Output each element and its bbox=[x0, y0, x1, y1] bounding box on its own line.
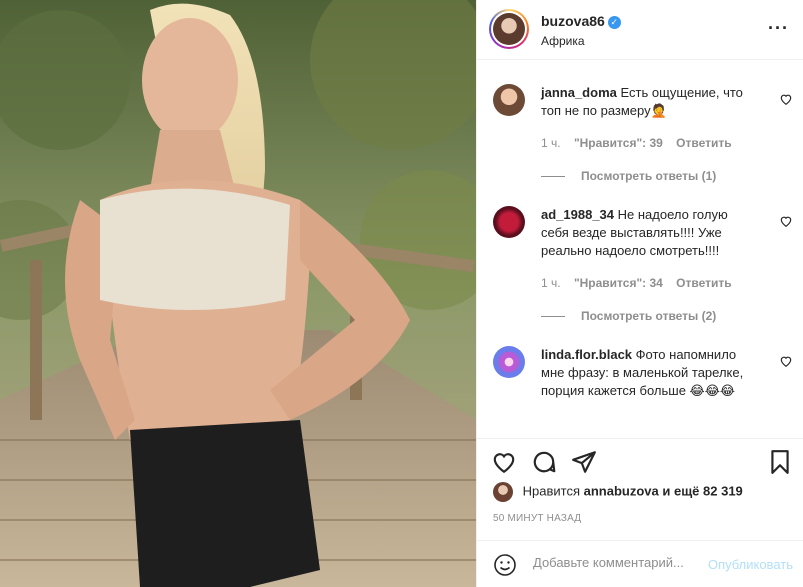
liker-username[interactable]: annabuzova bbox=[584, 483, 659, 498]
liker-avatar[interactable] bbox=[493, 482, 513, 502]
comment-bubble-icon[interactable] bbox=[531, 449, 557, 475]
reply-button[interactable]: Ответить bbox=[676, 276, 731, 290]
comment-avatar[interactable] bbox=[493, 346, 525, 378]
likes-count[interactable]: и ещё 82 319 bbox=[662, 483, 742, 498]
reply-button[interactable]: Ответить bbox=[676, 136, 731, 150]
add-comment-bar: Опубликовать bbox=[477, 540, 803, 587]
view-replies-button[interactable]: Посмотреть ответы (2) bbox=[541, 309, 716, 323]
post-timestamp[interactable]: 50 МИНУТ НАЗАД bbox=[493, 513, 581, 524]
comment-username[interactable]: linda.flor.black bbox=[541, 347, 632, 362]
comment-meta: 1 ч. "Нравится": 39 Ответить bbox=[541, 136, 732, 150]
comment-avatar[interactable] bbox=[493, 84, 525, 116]
comment-item: janna_doma Есть ощущение, что топ не по … bbox=[493, 84, 793, 210]
like-comment-heart-icon[interactable] bbox=[779, 214, 793, 228]
publish-button[interactable]: Опубликовать bbox=[708, 557, 793, 572]
comments-list[interactable]: janna_doma Есть ощущение, что топ не по … bbox=[477, 60, 803, 438]
comment-likes-count[interactable]: "Нравится": 34 bbox=[574, 276, 663, 290]
post-header: buzova86 ✓ Африка ··· bbox=[477, 0, 803, 60]
comment-input[interactable] bbox=[533, 555, 698, 570]
comment-text: janna_doma Есть ощущение, что топ не по … bbox=[541, 85, 743, 118]
like-comment-heart-icon[interactable] bbox=[779, 354, 793, 368]
post-photo[interactable] bbox=[0, 0, 476, 587]
likes-summary: Нравится annabuzova и ещё 82 319 bbox=[493, 482, 743, 502]
comment-username[interactable]: ad_1988_34 bbox=[541, 207, 614, 222]
comment-avatar[interactable] bbox=[493, 206, 525, 238]
comment-likes-count[interactable]: "Нравится": 39 bbox=[574, 136, 663, 150]
comment-item: linda.flor.black Фото напомнило мне фраз… bbox=[493, 346, 793, 436]
share-paper-plane-icon[interactable] bbox=[571, 449, 597, 475]
like-comment-heart-icon[interactable] bbox=[779, 92, 793, 106]
post-location[interactable]: Африка bbox=[541, 34, 585, 48]
comment-username[interactable]: janna_doma bbox=[541, 85, 617, 100]
author-avatar[interactable] bbox=[489, 9, 529, 49]
comment-text: ad_1988_34 Не надоело голую себя везде в… bbox=[541, 207, 728, 258]
save-bookmark-icon[interactable] bbox=[767, 449, 793, 475]
author-username[interactable]: buzova86 ✓ bbox=[541, 13, 621, 29]
like-heart-icon[interactable] bbox=[491, 449, 517, 475]
post-details-panel: buzova86 ✓ Африка ··· janna_doma Есть ощу… bbox=[476, 0, 803, 587]
comment-item: ad_1988_34 Не надоело голую себя везде в… bbox=[493, 206, 793, 332]
more-options-icon[interactable]: ··· bbox=[768, 18, 789, 39]
comment-text: linda.flor.black Фото напомнило мне фраз… bbox=[541, 347, 744, 398]
verified-badge-icon: ✓ bbox=[607, 16, 621, 29]
emoji-icon[interactable] bbox=[493, 553, 517, 577]
post-actions-bar bbox=[477, 438, 803, 488]
view-replies-button[interactable]: Посмотреть ответы (1) bbox=[541, 169, 716, 183]
comment-meta: 1 ч. "Нравится": 34 Ответить bbox=[541, 276, 732, 290]
